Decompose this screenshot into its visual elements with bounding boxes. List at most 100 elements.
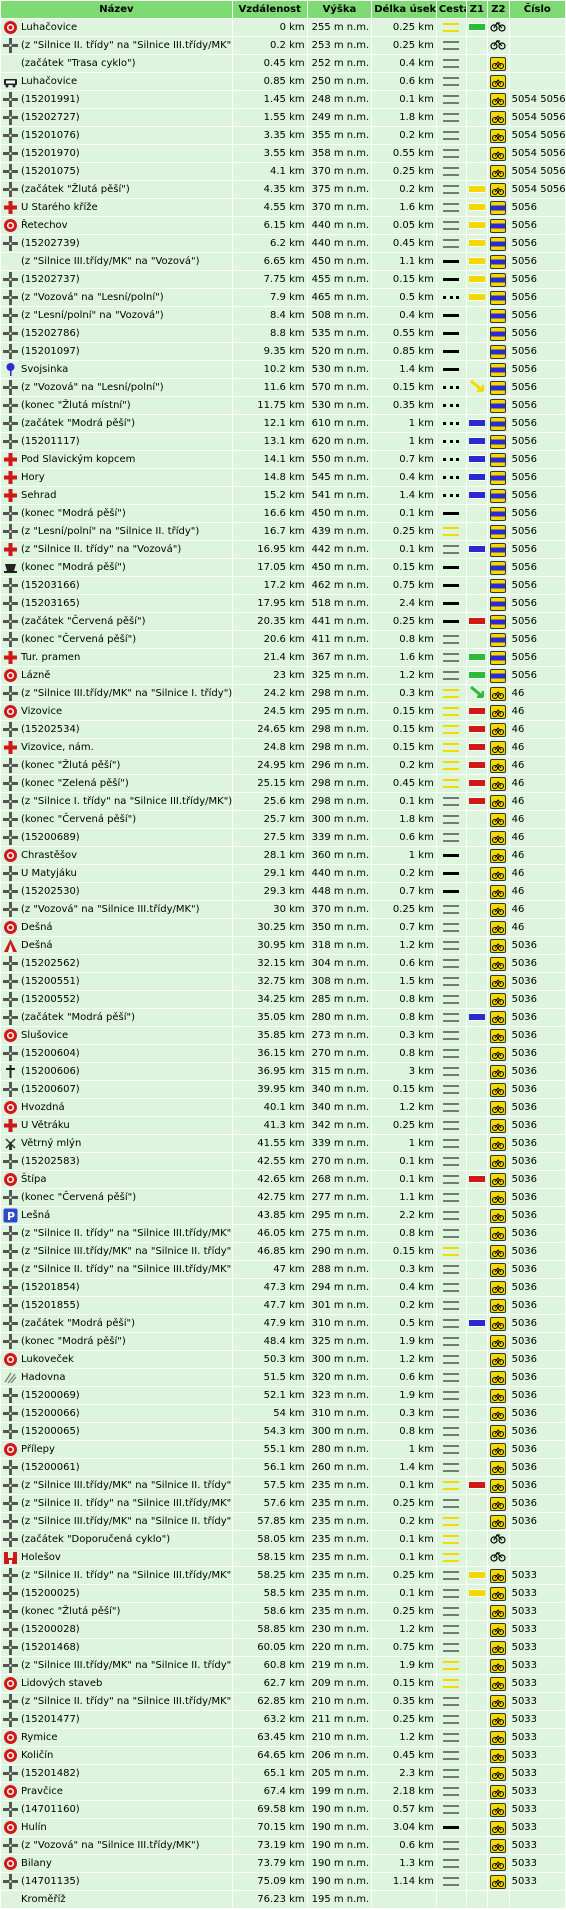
waypoint-name[interactable]: (15202530) bbox=[21, 886, 80, 897]
waypoint-name[interactable]: (15200604) bbox=[21, 1048, 80, 1059]
waypoint-name[interactable]: (15201076) bbox=[21, 130, 80, 141]
waypoint-name[interactable]: (začátek "Doporučená cyklo") bbox=[21, 1534, 170, 1545]
waypoint-name[interactable]: (z "Silnice III.třídy/MK" na "Silnice I.… bbox=[21, 688, 232, 699]
waypoint-name[interactable]: Vizovice bbox=[21, 706, 62, 717]
waypoint-name[interactable]: Větrný mlýn bbox=[21, 1138, 81, 1149]
waypoint-name[interactable]: (začátek "Žlutá pěší") bbox=[21, 184, 130, 195]
waypoint-name[interactable]: (15201855) bbox=[21, 1300, 80, 1311]
waypoint-name[interactable]: (15200552) bbox=[21, 994, 80, 1005]
waypoint-name[interactable]: (konec "Žlutá místní") bbox=[21, 400, 131, 411]
waypoint-name[interactable]: (z "Silnice III.třídy/MK" na "Silnice II… bbox=[21, 1246, 232, 1257]
waypoint-name[interactable]: (z "Silnice II. třídy" na "Silnice III.t… bbox=[21, 1228, 232, 1239]
waypoint-name[interactable]: (15200065) bbox=[21, 1426, 80, 1437]
waypoint-name[interactable]: (15201117) bbox=[21, 436, 80, 447]
waypoint-name[interactable]: (z "Lesní/polní" na "Vozová") bbox=[21, 310, 164, 321]
waypoint-name[interactable]: (z "Silnice II. třídy" na "Silnice III.t… bbox=[21, 40, 232, 51]
waypoint-name[interactable]: (15202739) bbox=[21, 238, 80, 249]
waypoint-name[interactable]: (konec "Modrá pěší") bbox=[21, 1336, 126, 1347]
waypoint-name[interactable]: U Větráku bbox=[21, 1120, 70, 1131]
waypoint-name[interactable]: Hadovna bbox=[21, 1372, 66, 1383]
waypoint-name[interactable]: Lukoveček bbox=[21, 1354, 74, 1365]
waypoint-name[interactable]: (15201991) bbox=[21, 94, 80, 105]
waypoint-name[interactable]: (z "Silnice II. třídy" na "Silnice III.t… bbox=[21, 1696, 232, 1707]
waypoint-name[interactable]: (z "Silnice III.třídy/MK" na "Vozová") bbox=[21, 256, 200, 267]
col-z1[interactable]: Z1 bbox=[466, 1, 488, 18]
waypoint-name[interactable]: (z "Silnice II. třídy" na "Silnice III.t… bbox=[21, 1498, 232, 1509]
col-altitude[interactable]: Výška bbox=[307, 1, 372, 18]
waypoint-name[interactable]: (15200069) bbox=[21, 1390, 80, 1401]
waypoint-name[interactable]: (15200551) bbox=[21, 976, 80, 987]
waypoint-name[interactable]: (15202737) bbox=[21, 274, 80, 285]
waypoint-name[interactable]: (začátek "Modrá pěší") bbox=[21, 1012, 135, 1023]
waypoint-name[interactable]: Dešná bbox=[21, 922, 53, 933]
waypoint-name[interactable]: (14701160) bbox=[21, 1804, 80, 1815]
col-distance[interactable]: Vzdálenost bbox=[232, 1, 307, 18]
waypoint-name[interactable]: Luhačovice bbox=[21, 22, 77, 33]
waypoint-name[interactable]: Hory bbox=[21, 472, 45, 483]
waypoint-name[interactable]: (15200689) bbox=[21, 832, 80, 843]
waypoint-name[interactable]: (15201482) bbox=[21, 1768, 80, 1779]
waypoint-name[interactable]: (z "Silnice I. třídy" na "Silnice III.tř… bbox=[21, 796, 232, 807]
waypoint-name[interactable]: (konec "Červená pěší") bbox=[21, 1192, 136, 1203]
waypoint-name[interactable]: (15201970) bbox=[21, 148, 80, 159]
waypoint-name[interactable]: (z "Vozová" na "Silnice III.třídy/MK") bbox=[21, 1840, 200, 1851]
col-name[interactable]: Název bbox=[1, 1, 232, 18]
waypoint-name[interactable]: (z "Silnice II. třídy" na "Silnice III.t… bbox=[21, 1264, 232, 1275]
waypoint-name[interactable]: (15202727) bbox=[21, 112, 80, 123]
col-number[interactable]: Číslo bbox=[509, 1, 565, 18]
waypoint-name[interactable]: Dešná bbox=[21, 940, 53, 951]
waypoint-name[interactable]: Rymice bbox=[21, 1732, 58, 1743]
waypoint-name[interactable]: (začátek "Červená pěší") bbox=[21, 616, 146, 627]
waypoint-name[interactable]: (začátek "Modrá pěší") bbox=[21, 418, 135, 429]
waypoint-name[interactable]: (konec "Zelená pěší") bbox=[21, 778, 129, 789]
waypoint-name[interactable]: (15200025) bbox=[21, 1588, 80, 1599]
col-z2[interactable]: Z2 bbox=[488, 1, 509, 18]
waypoint-name[interactable]: Sehrad bbox=[21, 490, 56, 501]
waypoint-name[interactable]: (z "Vozová" na "Silnice III.třídy/MK") bbox=[21, 904, 200, 915]
waypoint-name[interactable]: (z "Silnice II. třídy" na "Silnice III.t… bbox=[21, 1570, 232, 1581]
waypoint-name[interactable]: Lešná bbox=[21, 1210, 50, 1221]
waypoint-name[interactable]: (z "Lesní/polní" na "Silnice II. třídy") bbox=[21, 526, 199, 537]
waypoint-name[interactable]: Lázně bbox=[21, 670, 50, 681]
waypoint-name[interactable]: (15203166) bbox=[21, 580, 80, 591]
waypoint-name[interactable]: Kroměříž bbox=[21, 1894, 66, 1905]
waypoint-name[interactable]: Pod Slavickým kopcem bbox=[21, 454, 135, 465]
waypoint-name[interactable]: Hulín bbox=[21, 1822, 47, 1833]
waypoint-name[interactable]: U Starého kříže bbox=[21, 202, 98, 213]
col-path[interactable]: Cesta bbox=[436, 1, 466, 18]
waypoint-name[interactable]: Chrastěšov bbox=[21, 850, 77, 861]
waypoint-name[interactable]: (konec "Červená pěší") bbox=[21, 634, 136, 645]
waypoint-name[interactable]: (15202583) bbox=[21, 1156, 80, 1167]
waypoint-name[interactable]: (z "Vozová" na "Lesní/polní") bbox=[21, 382, 164, 393]
waypoint-name[interactable]: Holešov bbox=[21, 1552, 61, 1563]
waypoint-name[interactable]: Tur. pramen bbox=[21, 652, 80, 663]
waypoint-name[interactable]: Lidových staveb bbox=[21, 1678, 102, 1689]
waypoint-name[interactable]: (15200066) bbox=[21, 1408, 80, 1419]
waypoint-name[interactable]: Slušovice bbox=[21, 1030, 68, 1041]
waypoint-name[interactable]: Vizovice, nám. bbox=[21, 742, 94, 753]
waypoint-name[interactable]: Štípa bbox=[21, 1174, 47, 1185]
waypoint-name[interactable]: (15200061) bbox=[21, 1462, 80, 1473]
waypoint-name[interactable]: (15202786) bbox=[21, 328, 80, 339]
waypoint-name[interactable]: (začátek "Trasa cyklo") bbox=[21, 58, 136, 69]
waypoint-name[interactable]: (z "Silnice II. třídy" na "Vozová") bbox=[21, 544, 181, 555]
waypoint-name[interactable]: (konec "Modrá pěší") bbox=[21, 562, 126, 573]
waypoint-name[interactable]: Bilany bbox=[21, 1858, 52, 1869]
waypoint-name[interactable]: (15203165) bbox=[21, 598, 80, 609]
waypoint-name[interactable]: (konec "Žlutá pěší") bbox=[21, 760, 120, 771]
waypoint-name[interactable]: (15201477) bbox=[21, 1714, 80, 1725]
waypoint-name[interactable]: (z "Silnice III.třídy/MK" na "Silnice II… bbox=[21, 1660, 232, 1671]
waypoint-name[interactable]: (15201075) bbox=[21, 166, 80, 177]
waypoint-name[interactable]: (15201468) bbox=[21, 1642, 80, 1653]
waypoint-name[interactable]: (z "Silnice III.třídy/MK" na "Silnice II… bbox=[21, 1516, 232, 1527]
waypoint-name[interactable]: Pravčice bbox=[21, 1786, 63, 1797]
waypoint-name[interactable]: (15200606) bbox=[21, 1066, 80, 1077]
waypoint-name[interactable]: Svojsinka bbox=[21, 364, 68, 375]
waypoint-name[interactable]: (14701135) bbox=[21, 1876, 80, 1887]
waypoint-name[interactable]: (z "Vozová" na "Lesní/polní") bbox=[21, 292, 164, 303]
waypoint-name[interactable]: (15201854) bbox=[21, 1282, 80, 1293]
waypoint-name[interactable]: (15200028) bbox=[21, 1624, 80, 1635]
waypoint-name[interactable]: (konec "Žlutá pěší") bbox=[21, 1606, 120, 1617]
col-segment[interactable]: Délka úseku bbox=[372, 1, 436, 18]
waypoint-name[interactable]: (15202562) bbox=[21, 958, 80, 969]
